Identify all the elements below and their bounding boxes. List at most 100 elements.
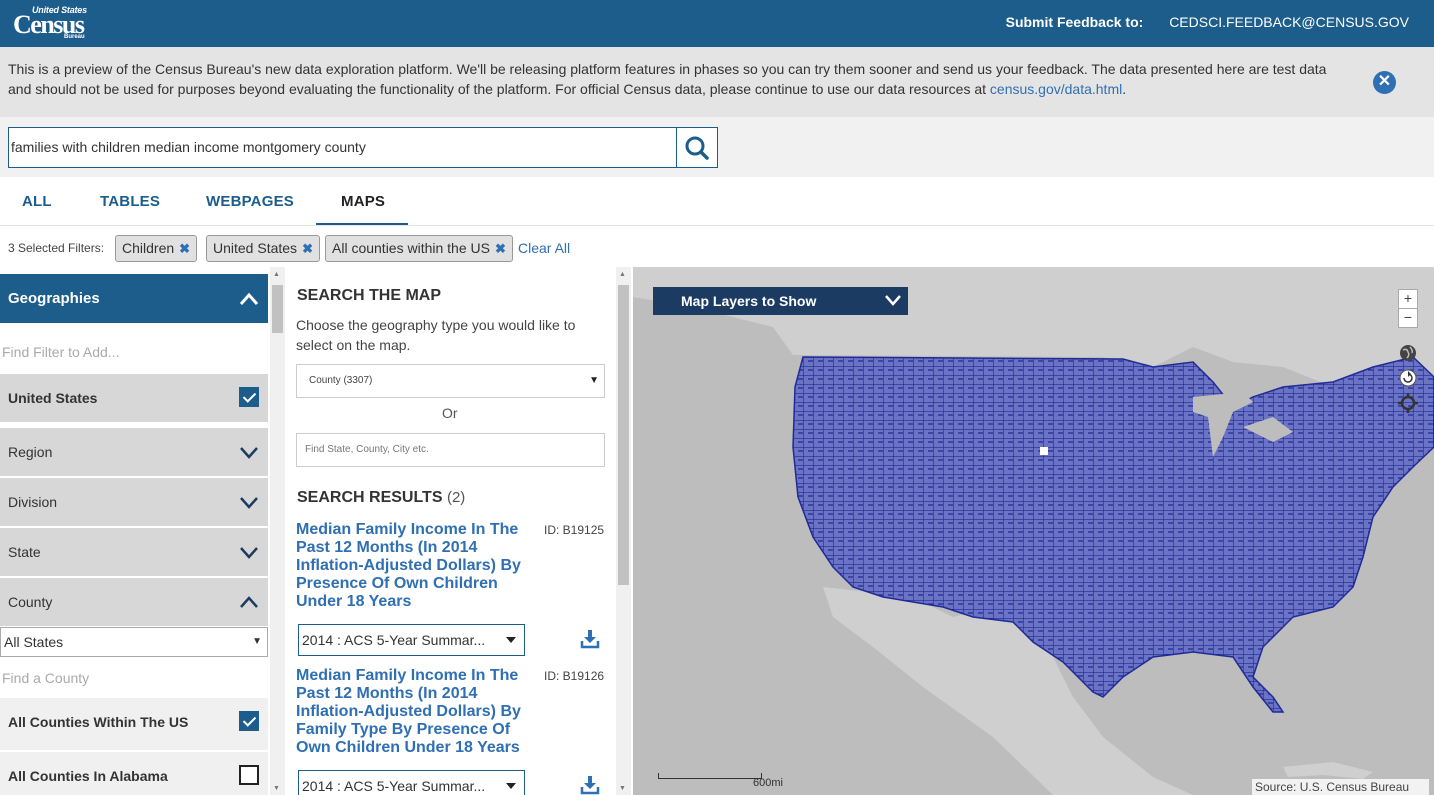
map-source-attribution: Source: U.S. Census Bureau [1252,779,1429,795]
map-view[interactable]: Map Layers to Show + − 600mi Source: U.S… [633,267,1434,795]
search-bar: families with children median income mon… [0,117,1434,177]
banner-message: This is a preview of the Census Bureau's… [8,61,1327,97]
chevron-down-icon [885,295,901,306]
census-logo[interactable]: United States Census Bureau [12,5,92,43]
result-tabs: ALL TABLES WEBPAGES MAPS [0,177,1434,226]
search-input[interactable]: families with children median income mon… [8,127,676,168]
close-banner-icon[interactable]: ✕ [1373,71,1396,94]
sidebar-item-united-states[interactable]: United States [0,374,268,422]
tab-webpages[interactable]: WEBPAGES [206,193,294,210]
map-canvas[interactable] [633,267,1434,795]
result-title-link[interactable]: Median Family Income In The Past 12 Mont… [296,667,536,757]
search-map-panel: SEARCH THE MAP Choose the geography type… [285,267,633,795]
county-option-all-us[interactable]: All Counties Within The US [0,698,268,750]
zoom-out-button[interactable]: − [1398,308,1418,328]
sidebar-item-label: Division [8,494,58,510]
united-states-checkbox[interactable] [239,387,259,407]
feedback-area: Submit Feedback to: CEDSCI.FEEDBACK@CENS… [1006,14,1409,30]
dataset-select[interactable]: 2014 : ACS 5-Year Summar... [298,624,525,656]
search-results-count: (2) [446,489,466,506]
download-icon[interactable] [580,775,600,795]
top-header: United States Census Bureau Submit Feedb… [0,0,1434,47]
logo-line-3: Bureau [64,34,85,40]
tab-maps[interactable]: MAPS [341,193,385,210]
selected-filters-bar: 3 Selected Filters: Children ✖ United Sta… [0,226,1434,267]
county-option-label: All Counties Within The US [8,714,189,730]
filter-chip-label: United States [213,240,298,256]
sidebar-item-label: State [8,544,41,560]
state-select[interactable]: All States ▼ [0,627,268,657]
filter-chip-united-states: United States ✖ [206,235,320,262]
search-button[interactable] [676,127,718,168]
remove-filter-icon[interactable]: ✖ [179,241,190,256]
geographies-sidebar: Geographies Find Filter to Add... United… [0,267,285,795]
banner-text: This is a preview of the Census Bureau's… [8,59,1338,99]
remove-filter-icon[interactable]: ✖ [302,241,313,256]
filter-chip-children: Children ✖ [115,235,198,262]
census-data-link[interactable]: census.gov/data.html [990,81,1122,97]
find-filter-input[interactable]: Find Filter to Add... [2,344,120,360]
map-layers-label: Map Layers to Show [681,293,817,309]
dropdown-caret-icon [506,637,516,643]
zoom-in-button[interactable]: + [1398,289,1418,309]
dropdown-caret-icon [506,783,516,789]
filter-chip-label: All counties within the US [332,240,490,256]
dataset-select-value: 2014 : ACS 5-Year Summar... [302,778,486,794]
scroll-down-arrow-icon[interactable]: ▼ [273,785,280,792]
chevron-down-icon [240,447,258,459]
preview-banner: This is a preview of the Census Bureau's… [0,47,1434,117]
scroll-up-arrow-icon[interactable]: ▲ [273,271,280,278]
chevron-up-icon [240,596,258,608]
tab-all[interactable]: ALL [22,193,52,210]
sidebar-item-county[interactable]: County [0,578,268,626]
map-scale-bar [658,773,762,779]
geographies-title: Geographies [8,290,100,307]
sidebar-item-label: County [8,594,53,610]
clear-all-link[interactable]: Clear All [518,240,570,256]
all-counties-alabama-checkbox[interactable] [239,765,259,785]
dataset-select[interactable]: 2014 : ACS 5-Year Summar... [298,770,525,795]
locate-crosshair-icon[interactable] [1398,393,1418,413]
sidebar-scrollbar[interactable]: ▲ ▼ [270,267,285,795]
geography-type-value: County (3307) [309,375,373,386]
map-layers-dropdown[interactable]: Map Layers to Show [653,287,908,315]
scroll-down-arrow-icon[interactable]: ▼ [619,785,626,792]
result-id: ID: B19126 [544,669,605,683]
sidebar-item-division[interactable]: Division [0,478,268,526]
filters-label: 3 Selected Filters: [8,241,105,255]
dropdown-arrow-icon: ▼ [252,636,262,647]
results-scrollbar[interactable]: ▲ ▼ [616,267,631,795]
county-option-label: All Counties In Alabama [8,768,168,784]
highlighted-county[interactable] [1040,447,1048,455]
active-tab-indicator [316,223,408,225]
find-place-input[interactable]: Find State, County, City etc. [296,433,605,467]
find-county-input[interactable]: Find a County [2,670,89,686]
sidebar-scroll-thumb[interactable] [272,285,283,333]
chevron-down-icon [240,497,258,509]
cuba-landmass [1283,762,1373,779]
sidebar-item-label: United States [8,390,98,406]
sidebar-item-region[interactable]: Region [0,428,268,476]
feedback-email-link[interactable]: CEDSCI.FEEDBACK@CENSUS.GOV [1169,14,1409,30]
results-scroll-thumb[interactable] [618,285,629,585]
reset-view-icon[interactable] [1398,368,1418,388]
globe-icon[interactable] [1398,343,1418,363]
remove-filter-icon[interactable]: ✖ [495,241,506,256]
search-map-description: Choose the geography type you would like… [296,317,576,353]
county-option-alabama[interactable]: All Counties In Alabama [0,752,268,795]
result-title-link[interactable]: Median Family Income In The Past 12 Mont… [296,521,536,611]
filter-chip-label: Children [122,240,175,256]
result-id: ID: B19125 [544,523,605,537]
banner-message-end: . [1122,81,1127,97]
sidebar-item-label: Region [8,444,53,460]
geographies-header[interactable]: Geographies [0,274,268,323]
sidebar-item-state[interactable]: State [0,528,268,576]
all-counties-us-checkbox[interactable] [239,711,259,731]
download-icon[interactable] [580,629,600,649]
scroll-up-arrow-icon[interactable]: ▲ [619,271,626,278]
geography-type-select[interactable]: County (3307) ▼ [296,364,605,398]
search-results-title: SEARCH RESULTS [297,489,443,506]
search-icon [685,136,709,160]
tab-tables[interactable]: TABLES [100,193,160,210]
dropdown-arrow-icon: ▼ [589,375,599,386]
